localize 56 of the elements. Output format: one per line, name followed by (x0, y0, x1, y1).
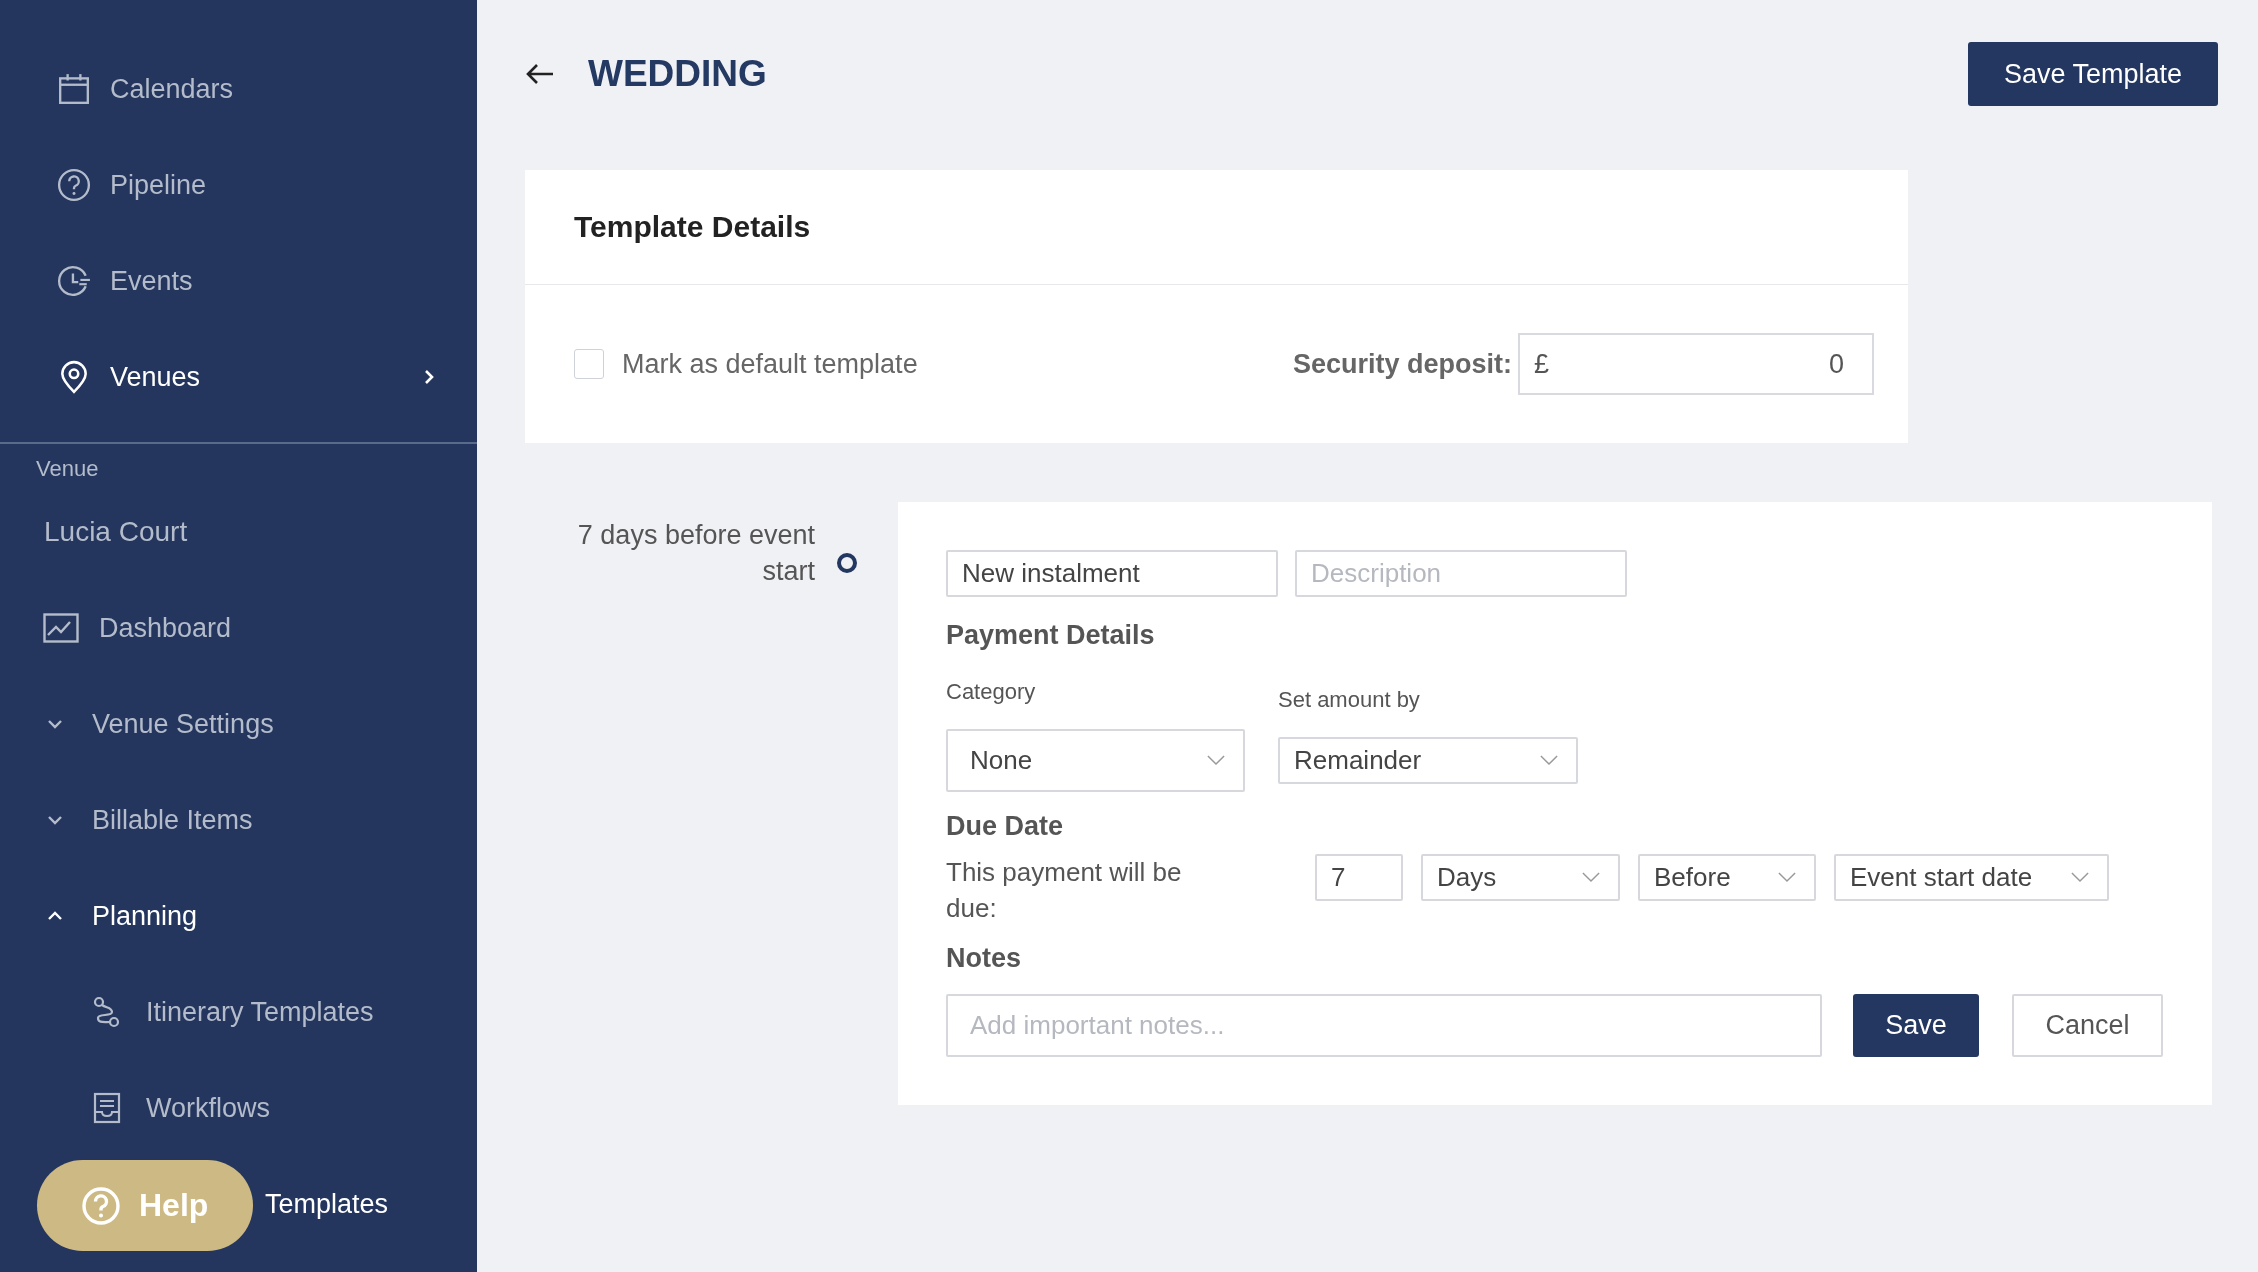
sidebar-item[interactable]: Pipeline (0, 137, 477, 233)
cancel-button[interactable]: Cancel (2012, 994, 2163, 1057)
anchor-select[interactable]: Event start date (1834, 854, 2109, 901)
checkbox[interactable] (574, 349, 604, 379)
sidebar-item[interactable]: Events (0, 233, 477, 329)
back-arrow-icon[interactable] (525, 62, 555, 86)
save-template-button[interactable]: Save Template (1968, 42, 2218, 106)
checkbox-label: Mark as default template (622, 348, 918, 380)
section-heading: Payment Details (946, 619, 1156, 652)
sidebar-group[interactable]: Billable Items (0, 772, 477, 868)
chevron-down-icon (1207, 755, 1225, 766)
clock-icon (57, 264, 91, 298)
timeline-dot-icon (836, 552, 858, 574)
day-count-field[interactable]: 7 (1315, 854, 1403, 901)
field-label: Security deposit: (1292, 348, 1512, 380)
sidebar-item[interactable]: Venues (0, 329, 477, 425)
line-chart-icon (43, 613, 79, 643)
section-label: Venue (36, 455, 100, 483)
sidebar-subitem[interactable]: Templates (265, 1156, 477, 1252)
sidebar-item[interactable]: Calendars (0, 41, 477, 137)
question-circle-icon (57, 168, 91, 202)
chevron-down-icon (2071, 872, 2089, 883)
security-deposit-field[interactable]: £ 0 (1518, 333, 1874, 395)
document-icon (93, 1092, 121, 1124)
amount-by-select[interactable]: Remainder (1278, 737, 1578, 784)
sidebar-group[interactable]: Venue Settings (0, 676, 477, 772)
chevron-right-icon (423, 369, 435, 385)
notes-field[interactable]: Add important notes... (946, 994, 1822, 1057)
calendar-icon (57, 72, 91, 106)
category-select[interactable]: None (946, 729, 1245, 792)
chevron-down-icon (1540, 755, 1558, 766)
field-label: Category (946, 678, 1037, 706)
section-heading: Notes (946, 942, 1022, 975)
relation-select[interactable]: Before (1638, 854, 1816, 901)
chevron-down-icon (47, 719, 63, 729)
section-heading: Due Date (946, 810, 1065, 843)
page-title: WEDDING (588, 53, 767, 95)
sidebar-group[interactable]: Planning (0, 868, 477, 964)
sidebar-subitem[interactable]: Workflows (0, 1060, 477, 1156)
sidebar-item[interactable]: Dashboard (0, 580, 477, 676)
route-icon (93, 996, 121, 1028)
venue-name: Lucia Court (43, 515, 189, 549)
chevron-down-icon (47, 815, 63, 825)
instalment-name-field[interactable]: New instalment (946, 550, 1278, 597)
field-label: This payment will be due: (946, 856, 1183, 925)
sidebar-subitem[interactable]: Itinerary Templates (0, 964, 477, 1060)
field-label: Set amount by (1278, 686, 1421, 714)
card-title: Template Details (574, 210, 811, 244)
save-button[interactable]: Save (1853, 994, 1979, 1057)
unit-select[interactable]: Days (1421, 854, 1620, 901)
chevron-down-icon (1778, 872, 1796, 883)
timeline-label: 7 days before event start (576, 519, 815, 588)
chevron-up-icon (47, 911, 63, 921)
description-field[interactable]: Description (1295, 550, 1627, 597)
chevron-down-icon (1582, 872, 1600, 883)
question-circle-icon (81, 1185, 121, 1226)
